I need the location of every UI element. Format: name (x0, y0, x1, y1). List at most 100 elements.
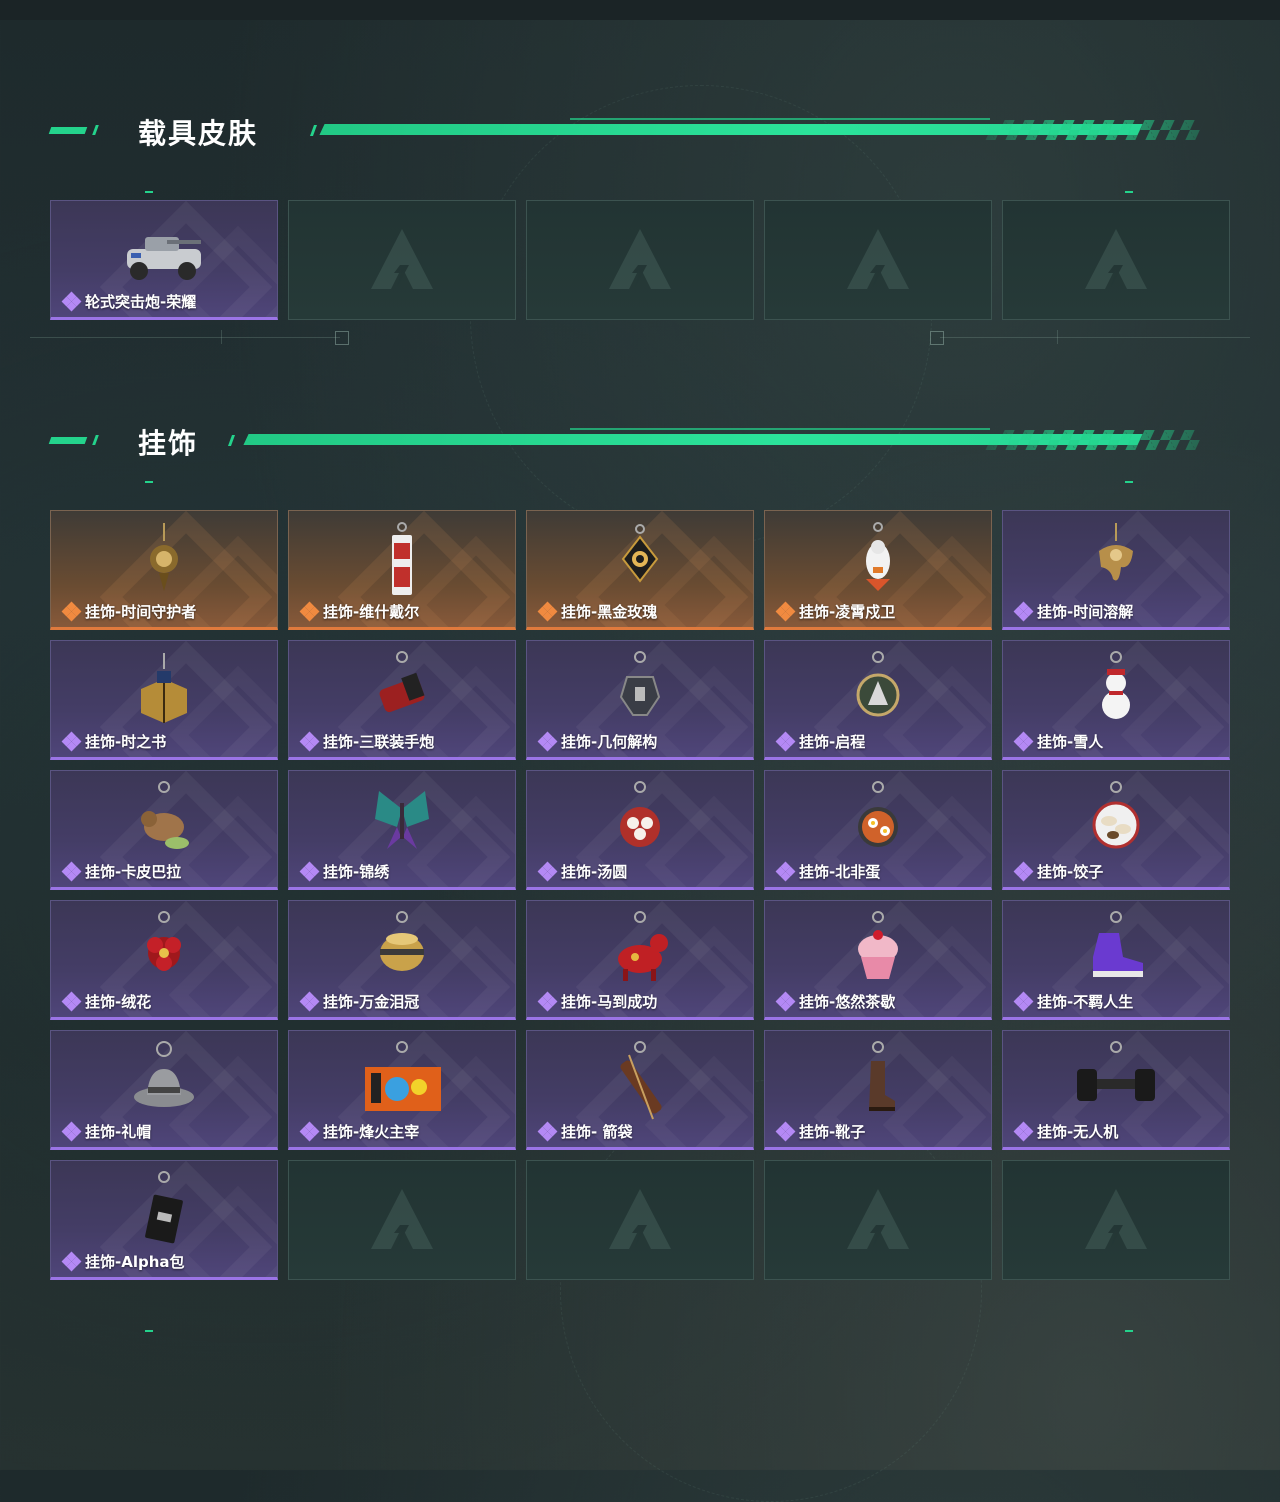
empty-slot (288, 1160, 516, 1280)
charm-card[interactable]: 挂饰-凌霄戍卫 (764, 510, 992, 630)
header-lead-tick (92, 125, 99, 135)
corner-tick (1125, 191, 1133, 193)
vehicle-skin-card[interactable]: 轮式突击炮-荣耀 (50, 200, 278, 320)
item-name: 轮式突击炮-荣耀 (85, 293, 197, 311)
charm-card[interactable]: 挂饰-礼帽 (50, 1030, 278, 1150)
game-logo-watermark-icon (609, 229, 671, 289)
rarity-diamond-icon (61, 291, 82, 311)
item-name: 挂饰-万金泪冠 (323, 993, 420, 1011)
corner-tick (1125, 481, 1133, 483)
hud-marker (335, 331, 349, 345)
shakshuka-pan-charm-icon (858, 781, 898, 847)
tag-charm-icon (392, 522, 412, 595)
charm-card[interactable]: 挂饰-启程 (764, 640, 992, 760)
header-tail-tick (227, 435, 236, 446)
rarity-diamond-icon (1013, 601, 1034, 621)
charm-card[interactable]: 挂饰-北非蛋 (764, 770, 992, 890)
vehicle-skins-header: 载具皮肤 (48, 110, 1205, 150)
header-lead-tick (92, 435, 99, 445)
charm-card[interactable]: 挂饰-饺子 (1002, 770, 1230, 890)
hud-tick (221, 330, 222, 344)
item-label-row: 挂饰-锦绣 (299, 861, 389, 882)
item-name: 挂饰-时间溶解 (1037, 603, 1134, 621)
charm-card[interactable]: 挂饰-三联装手炮 (288, 640, 516, 760)
item-label-row: 挂饰-启程 (775, 731, 866, 752)
charm-card[interactable]: 挂饰-马到成功 (526, 900, 754, 1020)
item-name: 挂饰-黑金玫瑰 (561, 603, 658, 621)
item-label-row: 挂饰-悠然茶歇 (775, 991, 895, 1012)
hand-cannon-charm-icon (379, 651, 425, 713)
item-label-row: 挂饰-饺子 (1013, 861, 1104, 882)
drone-charm-icon (1077, 1041, 1155, 1101)
empty-slot (764, 200, 992, 320)
item-name: 挂饰-无人机 (1037, 1123, 1119, 1141)
charm-card[interactable]: 挂饰-汤圆 (526, 770, 754, 890)
hud-tick (1057, 330, 1058, 344)
charm-card[interactable]: 挂饰-烽火主宰 (288, 1030, 516, 1150)
guardian-figure-charm-icon (866, 522, 890, 591)
section-title: 载具皮肤 (138, 117, 259, 150)
rarity-diamond-icon (299, 991, 320, 1011)
charm-card[interactable]: 挂饰-几何解构 (526, 640, 754, 760)
item-name: 挂饰-北非蛋 (799, 863, 881, 881)
rarity-diamond-icon (299, 731, 320, 751)
golden-crown-charm-icon (380, 911, 424, 971)
charm-card[interactable]: 挂饰-锦绣 (288, 770, 516, 890)
item-name: 挂饰-启程 (799, 733, 866, 751)
charm-card[interactable]: 挂饰-时间守护者 (50, 510, 278, 630)
charm-card[interactable]: 挂饰-不羁人生 (1002, 900, 1230, 1020)
header-lead-stripe (48, 437, 88, 444)
game-logo-watermark-icon (609, 1189, 671, 1249)
charm-card[interactable]: 挂饰- 箭袋 (526, 1030, 754, 1150)
charm-card[interactable]: 挂饰-黑金玫瑰 (526, 510, 754, 630)
item-label-row: 挂饰-黑金玫瑰 (537, 601, 658, 622)
item-label-row: 挂饰-礼帽 (61, 1121, 151, 1142)
item-name: 挂饰-时之书 (85, 733, 167, 751)
rarity-diamond-icon (299, 1121, 320, 1141)
rarity-diamond-icon (299, 601, 320, 621)
game-logo-watermark-icon (371, 1189, 433, 1249)
fedora-hat-charm-icon (134, 1041, 194, 1107)
charm-card[interactable]: 挂饰-维什戴尔 (288, 510, 516, 630)
item-name: 挂饰-饺子 (1037, 863, 1104, 881)
item-name: 挂饰- 箭袋 (561, 1123, 633, 1141)
charm-card[interactable]: 挂饰-雪人 (1002, 640, 1230, 760)
item-name: 挂饰-靴子 (799, 1123, 866, 1141)
hud-line (30, 337, 340, 338)
rarity-diamond-icon (61, 861, 82, 881)
section-title: 挂饰 (138, 427, 199, 460)
item-label-row: 挂饰-北非蛋 (775, 861, 881, 882)
header-lead-stripe (48, 127, 88, 134)
charm-card[interactable]: 挂饰-时间溶解 (1002, 510, 1230, 630)
item-name: 挂饰-不羁人生 (1037, 993, 1134, 1011)
charm-card[interactable]: 挂饰-万金泪冠 (288, 900, 516, 1020)
item-label-row: 挂饰-时间守护者 (61, 601, 196, 622)
charm-card[interactable]: 挂饰-悠然茶歇 (764, 900, 992, 1020)
charm-card[interactable]: 挂饰-靴子 (764, 1030, 992, 1150)
empty-slot (526, 200, 754, 320)
hud-line (940, 337, 1250, 338)
game-logo-watermark-icon (847, 1189, 909, 1249)
charm-card[interactable]: 挂饰-时之书 (50, 640, 278, 760)
hud-marker (930, 331, 944, 345)
item-name: 挂饰-烽火主宰 (323, 1123, 420, 1141)
boot-charm-icon (869, 1041, 895, 1111)
item-name: 挂饰-汤圆 (561, 863, 628, 881)
rarity-diamond-icon (775, 601, 796, 621)
empty-slot (1002, 1160, 1230, 1280)
red-flower-charm-icon (147, 911, 181, 971)
charm-card[interactable]: 挂饰-绒花 (50, 900, 278, 1020)
snowman-charm-icon (1102, 651, 1130, 719)
empty-slot (764, 1160, 992, 1280)
header-tail-tick (309, 125, 318, 136)
header-checker-pattern (985, 120, 1205, 140)
item-label-row: 挂饰-三联装手炮 (299, 731, 434, 752)
charm-card[interactable]: 挂饰-Alpha包 (50, 1160, 278, 1280)
item-name: 挂饰-卡皮巴拉 (85, 863, 182, 881)
game-logo-watermark-icon (371, 229, 433, 289)
charm-card[interactable]: 挂饰-无人机 (1002, 1030, 1230, 1150)
charm-card[interactable]: 挂饰-卡皮巴拉 (50, 770, 278, 890)
item-label-row: 挂饰-维什戴尔 (299, 601, 419, 622)
rarity-diamond-icon (537, 731, 558, 751)
melting-clock-charm-icon (1099, 523, 1133, 581)
